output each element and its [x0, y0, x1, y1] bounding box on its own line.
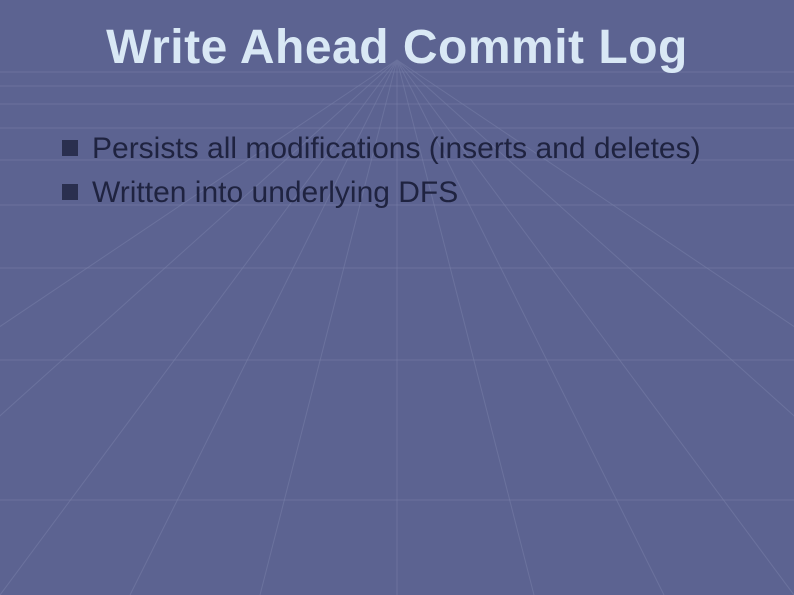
slide: Write Ahead Commit Log Persists all modi…	[0, 0, 794, 595]
bullet-item: Persists all modifications (inserts and …	[62, 130, 754, 168]
square-bullet-icon	[62, 140, 78, 156]
bullet-text: Written into underlying DFS	[92, 174, 754, 212]
square-bullet-icon	[62, 184, 78, 200]
bullet-text: Persists all modifications (inserts and …	[92, 130, 754, 168]
slide-body: Persists all modifications (inserts and …	[62, 130, 754, 219]
grid-background	[0, 0, 794, 595]
bullet-item: Written into underlying DFS	[62, 174, 754, 212]
slide-title: Write Ahead Commit Log	[0, 20, 794, 75]
